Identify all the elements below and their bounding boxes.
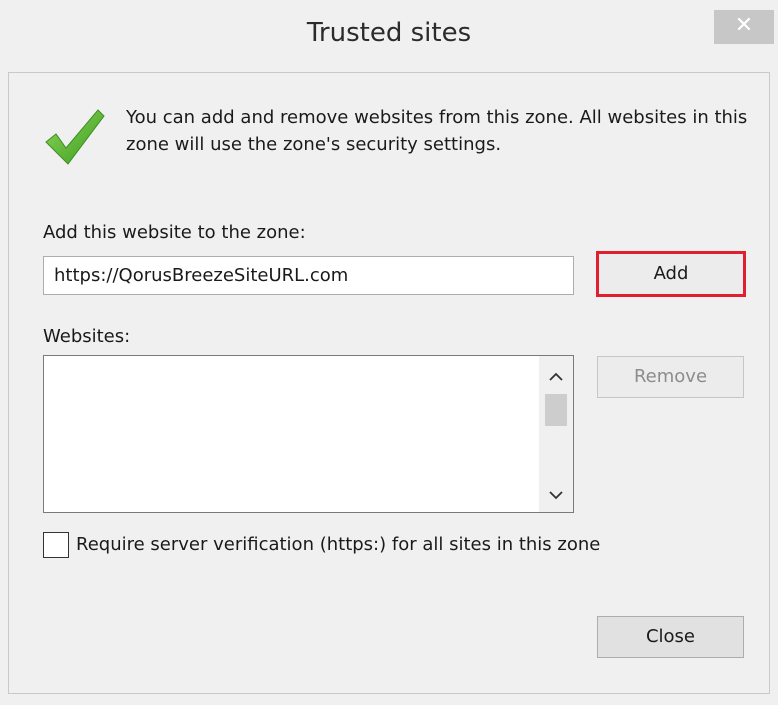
require-https-checkbox[interactable]	[43, 532, 69, 558]
remove-button[interactable]: Remove	[597, 356, 744, 398]
title-bar: Trusted sites ✕	[0, 0, 778, 72]
websites-list[interactable]	[43, 355, 574, 513]
scroll-thumb[interactable]	[545, 394, 567, 426]
checkmark-icon	[45, 109, 105, 165]
close-button[interactable]: Close	[597, 616, 744, 658]
add-button[interactable]: Add	[596, 251, 746, 297]
websites-label: Websites:	[43, 326, 131, 347]
intro-text: You can add and remove websites from thi…	[126, 107, 748, 155]
trusted-sites-dialog: Trusted sites ✕ You can add and remove w…	[0, 0, 778, 705]
scroll-up-icon[interactable]	[539, 360, 573, 394]
website-url-input[interactable]	[43, 256, 574, 295]
add-website-label: Add this website to the zone:	[43, 222, 306, 243]
require-https-label: Require server verification (https:) for…	[76, 534, 601, 555]
websites-scrollbar[interactable]	[539, 356, 573, 512]
scroll-down-icon[interactable]	[539, 478, 573, 512]
add-button-label: Add	[653, 263, 689, 284]
dialog-title: Trusted sites	[306, 18, 472, 48]
close-icon[interactable]: ✕	[714, 10, 774, 44]
